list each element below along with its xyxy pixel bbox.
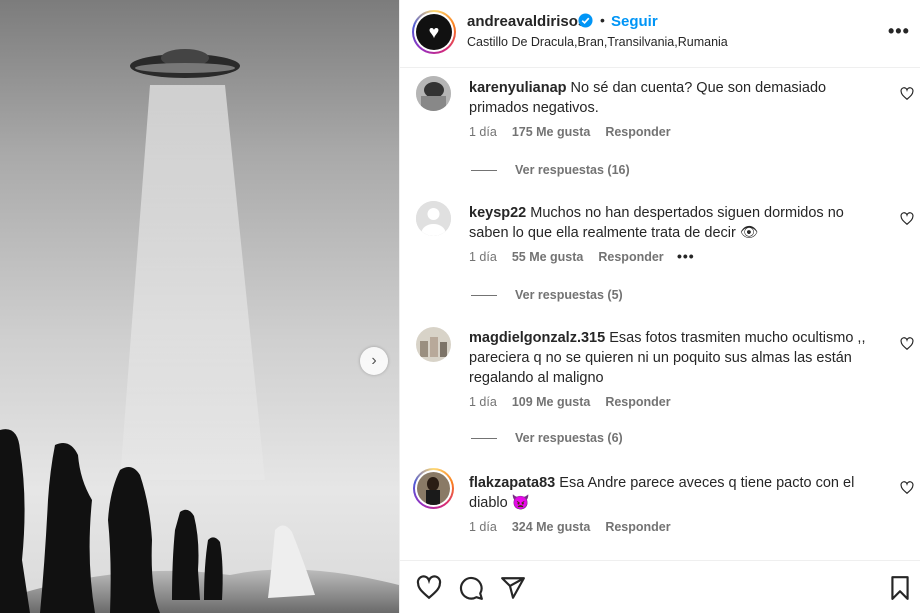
comment-username[interactable]: flakzapata83 (469, 475, 555, 491)
avatar[interactable] (413, 468, 454, 509)
comment-username[interactable]: karenyulianap (469, 80, 567, 96)
heart-icon[interactable] (900, 337, 914, 351)
view-replies-button[interactable]: Ver respuestas (6) (471, 431, 623, 445)
view-replies-button[interactable]: Ver respuestas (16) (471, 163, 630, 177)
comment-likes[interactable]: 175 Me gusta (512, 125, 591, 139)
comment-username[interactable]: magdielgonzalz.315 (469, 330, 605, 346)
comment-time[interactable]: 1 día (469, 520, 497, 534)
comment-meta: 1 día 55 Me gusta Responder (469, 250, 664, 264)
avatar[interactable] (416, 327, 451, 362)
next-image-button[interactable]: › (360, 347, 388, 375)
post-image[interactable]: › (0, 0, 399, 613)
reply-button[interactable]: Responder (605, 125, 670, 139)
reply-button[interactable]: Responder (605, 395, 670, 409)
author-avatar[interactable]: ♥ (412, 10, 456, 54)
reply-button[interactable]: Responder (605, 520, 670, 534)
comment-text: keysp22 Muchos no han despertados siguen… (469, 205, 844, 241)
save-icon[interactable] (887, 575, 913, 601)
avatar[interactable] (416, 201, 451, 236)
action-bar (400, 560, 920, 613)
comment-time[interactable]: 1 día (469, 395, 497, 409)
heart-icon[interactable] (900, 481, 914, 495)
post-location[interactable]: Castillo De Dracula,Bran,Transilvania,Ru… (467, 35, 728, 49)
heart-icon[interactable] (900, 87, 914, 101)
comment-likes[interactable]: 109 Me gusta (512, 395, 591, 409)
comment-meta: 1 día 324 Me gusta Responder (469, 520, 671, 534)
reply-button[interactable]: Responder (598, 250, 663, 264)
comment-icon[interactable] (458, 575, 484, 601)
ufo-scene-illustration (0, 49, 399, 613)
comment-likes[interactable]: 55 Me gusta (512, 250, 584, 264)
comment-options-button[interactable]: ••• (677, 248, 695, 264)
comment-text: magdielgonzalz.315 Esas fotos trasmiten … (469, 330, 866, 386)
heart-icon[interactable] (900, 212, 914, 226)
like-icon[interactable] (416, 575, 442, 601)
panel-divider (399, 0, 400, 613)
separator-dot: • (600, 12, 605, 28)
post-header: ♥ andreavaldirisos • Seguir Castillo De … (400, 0, 920, 68)
comment-text: karenyulianap No sé dan cuenta? Que son … (469, 80, 827, 116)
verified-icon (578, 13, 593, 28)
comment-time[interactable]: 1 día (469, 125, 497, 139)
avatar[interactable] (416, 76, 451, 111)
heart-avatar-icon: ♥ (416, 14, 452, 50)
comment-time[interactable]: 1 día (469, 250, 497, 264)
author-username[interactable]: andreavaldirisos (467, 13, 586, 30)
more-options-button[interactable]: ••• (888, 21, 910, 42)
comment-likes[interactable]: 324 Me gusta (512, 520, 591, 534)
view-replies-button[interactable]: Ver respuestas (5) (471, 288, 623, 302)
follow-button[interactable]: Seguir (611, 13, 658, 30)
comment-text: flakzapata83 Esa Andre parece aveces q t… (469, 475, 855, 511)
share-icon[interactable] (500, 575, 526, 601)
comment-username[interactable]: keysp22 (469, 205, 526, 221)
comment-meta: 1 día 109 Me gusta Responder (469, 395, 671, 409)
comment-meta: 1 día 175 Me gusta Responder (469, 125, 671, 139)
